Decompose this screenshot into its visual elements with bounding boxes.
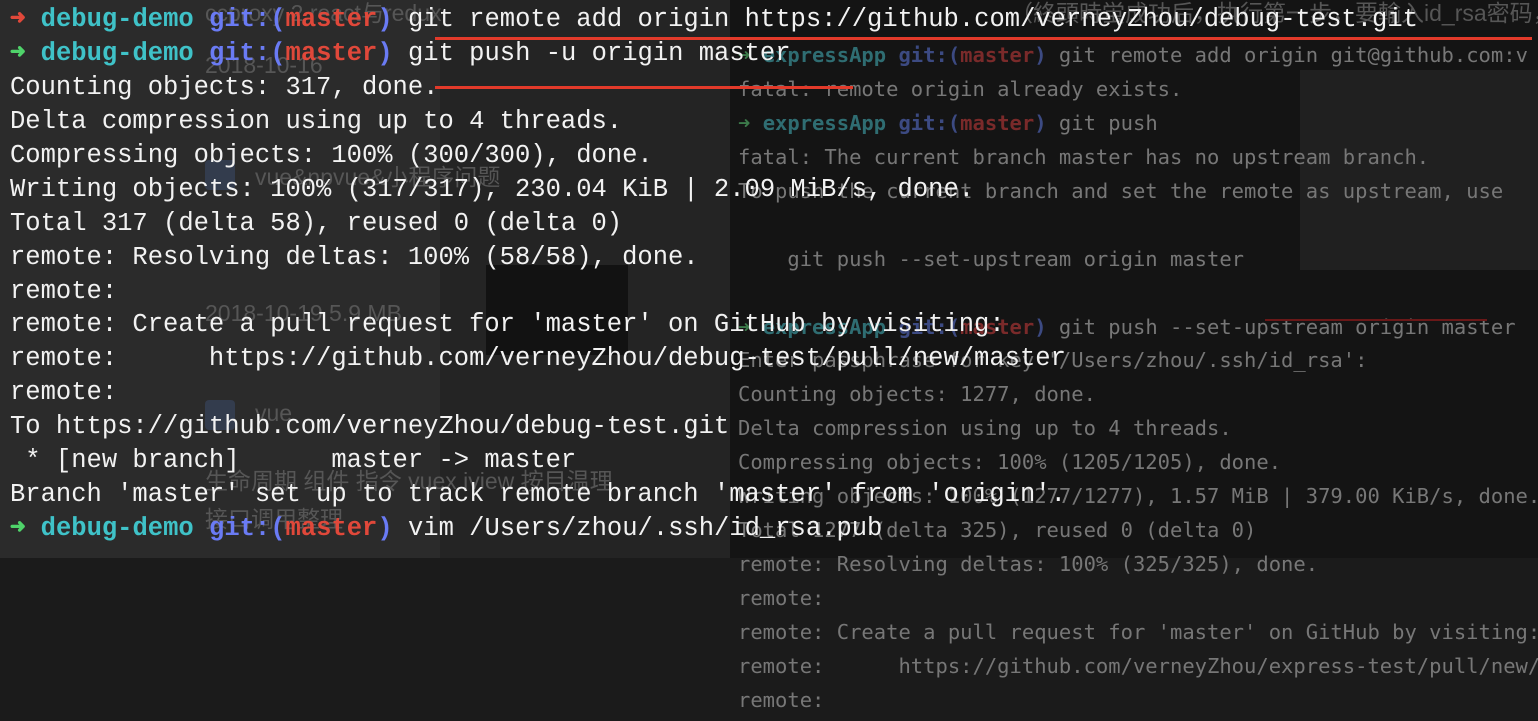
output-text: Writing objects: 100% (317/317), 230.04 … xyxy=(10,174,975,204)
terminal-output-line: Total 317 (delta 58), reused 0 (delta 0) xyxy=(10,207,1418,241)
output-text: Total 317 (delta 58), reused 0 (delta 0) xyxy=(10,208,623,238)
terminal-output-line: Branch 'master' set up to track remote b… xyxy=(10,478,1418,512)
output-text: Compressing objects: 100% (300/300), don… xyxy=(10,140,653,170)
output-text: Delta compression using up to 4 threads. xyxy=(10,106,623,136)
background-terminal-output-line: remote: Create a pull request for 'maste… xyxy=(738,619,1538,653)
prompt-command: vim /Users/zhou/.ssh/id_rsa.pub xyxy=(392,514,883,544)
terminal-output-line: remote: xyxy=(10,275,1418,309)
output-text: remote: Resolving deltas: 100% (325/325)… xyxy=(738,552,1319,577)
output-text: remote: https://github.com/verneyZhou/ex… xyxy=(738,653,1538,678)
background-terminal-output-line: remote: xyxy=(738,687,1538,721)
output-text: To https://github.com/verneyZhou/debug-t… xyxy=(10,412,730,442)
prompt-branch: master xyxy=(285,514,378,544)
annotation-underline xyxy=(435,37,1532,40)
output-text: remote: xyxy=(738,586,825,610)
prompt-directory: debug-demo xyxy=(40,514,194,544)
output-text: remote: xyxy=(10,276,118,306)
output-text: Branch 'master' set up to track remote b… xyxy=(10,480,1066,510)
terminal-output-line: * [new branch] master -> master xyxy=(10,444,1418,478)
prompt-arrow-icon: ➜ xyxy=(10,514,26,544)
prompt-git-close: ) xyxy=(377,5,393,34)
terminal-output-line: remote: Resolving deltas: 100% (58/58), … xyxy=(10,241,1418,275)
prompt-git-close: ) xyxy=(377,514,393,544)
terminal-output-line: Compressing objects: 100% (300/300), don… xyxy=(10,139,1418,173)
annotation-underline xyxy=(435,86,853,89)
prompt-git-label: git:( xyxy=(209,38,286,68)
prompt-directory: debug-demo xyxy=(40,5,194,34)
prompt-branch: master xyxy=(285,38,378,68)
output-text: remote: Create a pull request for 'maste… xyxy=(10,310,1005,340)
prompt-git-close: ) xyxy=(377,38,393,68)
terminal-output-line: remote: xyxy=(10,376,1418,410)
terminal-output-line: remote: Create a pull request for 'maste… xyxy=(10,308,1418,342)
prompt-git-label: git:( xyxy=(209,5,286,34)
output-text: * [new branch] master -> master xyxy=(10,446,577,476)
prompt-git-label: git:( xyxy=(209,514,286,544)
output-text: remote: xyxy=(10,378,118,408)
terminal-prompt-line: ➜ debug-demo git:(master) vim /Users/zho… xyxy=(10,512,1418,546)
background-terminal-output-line: remote: xyxy=(738,585,1538,619)
output-text: remote: https://github.com/verneyZhou/de… xyxy=(10,344,1066,374)
output-text: remote: Resolving deltas: 100% (58/58), … xyxy=(10,242,699,272)
output-text: remote: xyxy=(738,687,825,712)
prompt-command: git remote add origin https://github.com… xyxy=(392,5,1418,34)
prompt-directory: debug-demo xyxy=(40,38,194,68)
terminal-prompt-line: ➜ debug-demo git:(master) git push -u or… xyxy=(10,37,1418,71)
prompt-command: git push -u origin master xyxy=(392,38,791,68)
prompt-arrow-icon: ➜ xyxy=(10,38,26,68)
prompt-arrow-icon: ➜ xyxy=(10,5,26,34)
terminal-output[interactable]: ➜ debug-demo git:(master) git remote add… xyxy=(10,3,1418,546)
output-text: remote: Create a pull request for 'maste… xyxy=(738,619,1538,644)
output-text: Counting objects: 317, done. xyxy=(10,72,439,102)
terminal-output-line: Writing objects: 100% (317/317), 230.04 … xyxy=(10,173,1418,207)
terminal-output-line: To https://github.com/verneyZhou/debug-t… xyxy=(10,410,1418,444)
terminal-output-line: remote: https://github.com/verneyZhou/de… xyxy=(10,342,1418,376)
background-terminal-output-line: remote: Resolving deltas: 100% (325/325)… xyxy=(738,551,1538,585)
terminal-prompt-line: ➜ debug-demo git:(master) git remote add… xyxy=(10,3,1418,37)
prompt-branch: master xyxy=(285,5,378,34)
background-terminal-output-line: remote: https://github.com/verneyZhou/ex… xyxy=(738,653,1538,687)
terminal-output-line: Delta compression using up to 4 threads. xyxy=(10,105,1418,139)
